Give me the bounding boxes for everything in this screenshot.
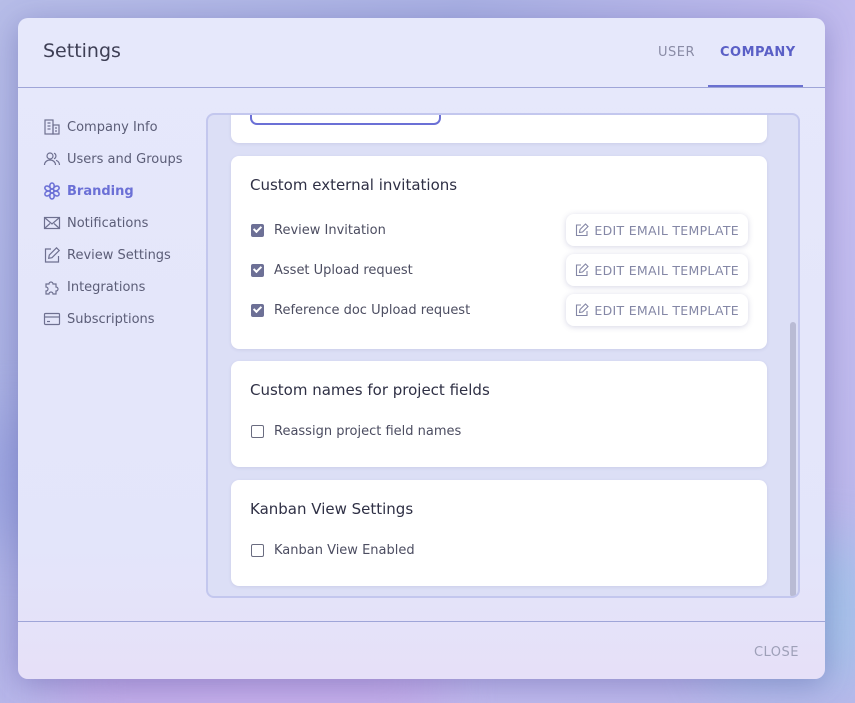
card-icon [43,310,61,328]
dialog-footer: CLOSE [18,621,825,679]
previous-card [231,115,767,143]
building-icon [43,118,61,136]
puzzle-icon [43,278,61,296]
option-row: Kanban View Enabled [251,534,747,566]
kanban-card: Kanban View Settings Kanban View Enabled [231,480,767,586]
flower-icon [43,182,61,200]
button-label: EDIT EMAIL TEMPLATE [594,222,739,238]
card-title: Custom names for project fields [250,381,490,399]
edit-icon [576,223,590,237]
scrollbar[interactable] [790,322,796,596]
invitation-row: Reference doc Upload request EDIT EMAIL … [251,294,748,326]
sidebar-item-label: Users and Groups [67,151,183,167]
sidebar-item-label: Company Info [67,119,158,135]
review-invitation-checkbox[interactable] [251,223,264,237]
reassign-field-names-checkbox[interactable] [251,424,264,438]
sidebar-item-label: Branding [67,183,134,199]
row-label: Review Invitation [274,222,386,238]
sidebar-item-label: Review Settings [67,247,171,263]
button-label: EDIT EMAIL TEMPLATE [594,262,739,278]
sidebar-item-integrations[interactable]: Integrations [43,271,182,303]
button-label: EDIT EMAIL TEMPLATE [594,302,739,318]
invitations-card: Custom external invitations Review Invit… [231,156,767,349]
card-title: Custom external invitations [250,176,458,194]
dialog-title: Settings [43,40,121,62]
branding-panel: Custom external invitations Review Invit… [206,113,800,598]
partial-button[interactable] [250,115,441,125]
edit-email-template-button[interactable]: EDIT EMAIL TEMPLATE [566,294,748,326]
project-fields-card: Custom names for project fields Reassign… [231,361,767,467]
sidebar-item-notifications[interactable]: Notifications [43,207,182,239]
dialog-header: Settings USER COMPANY [18,18,825,88]
active-tab-indicator [708,85,803,87]
tab-user[interactable]: USER [658,45,695,60]
sidebar-item-label: Subscriptions [67,311,155,327]
sidebar-item-company-info[interactable]: Company Info [43,111,182,143]
sidebar-item-review-settings[interactable]: Review Settings [43,239,182,271]
sidebar-item-label: Integrations [67,279,146,295]
edit-icon [576,303,590,317]
invitation-row: Review Invitation EDIT EMAIL TEMPLATE [251,214,748,246]
row-label: Asset Upload request [274,262,413,278]
kanban-enabled-checkbox[interactable] [251,543,264,557]
reference-doc-upload-checkbox[interactable] [251,303,264,317]
asset-upload-checkbox[interactable] [251,263,264,277]
edit-icon [43,246,61,264]
row-label: Reference doc Upload request [274,302,471,318]
envelope-icon [43,214,61,232]
option-row: Reassign project field names [251,415,747,447]
edit-email-template-button[interactable]: EDIT EMAIL TEMPLATE [566,214,748,246]
settings-dialog: Settings USER COMPANY Company Info Users… [18,18,825,679]
users-icon [43,150,61,168]
edit-icon [576,263,590,277]
sidebar-item-subscriptions[interactable]: Subscriptions [43,303,182,335]
settings-sidebar: Company Info Users and Groups Branding N… [43,111,182,335]
sidebar-item-branding[interactable]: Branding [43,175,182,207]
invitation-row: Asset Upload request EDIT EMAIL TEMPLATE [251,254,748,286]
close-button[interactable]: CLOSE [754,645,799,660]
row-label: Reassign project field names [274,423,462,439]
sidebar-item-users-and-groups[interactable]: Users and Groups [43,143,182,175]
edit-email-template-button[interactable]: EDIT EMAIL TEMPLATE [566,254,748,286]
tab-company[interactable]: COMPANY [720,45,796,60]
sidebar-item-label: Notifications [67,215,149,231]
row-label: Kanban View Enabled [274,542,415,558]
card-title: Kanban View Settings [250,500,414,518]
